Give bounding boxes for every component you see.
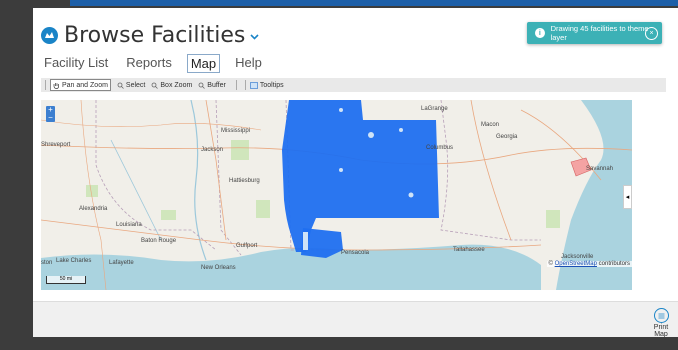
openstreetmap-link[interactable]: OpenStreetMap [555, 261, 597, 267]
map-label: Lake Charles [56, 258, 92, 264]
side-panel-toggle[interactable]: ◂ [623, 185, 632, 209]
map-label: Columbus [426, 145, 454, 151]
map-label: Jackson [201, 147, 224, 153]
map-label: Baton Rouge [141, 238, 177, 244]
box-zoom-label: Box Zoom [160, 81, 193, 89]
zoom-out-button[interactable]: − [46, 114, 55, 122]
tab-facility-list[interactable]: Facility List [41, 54, 111, 73]
map-label: Gulfport [236, 243, 258, 249]
chevron-down-icon[interactable] [250, 34, 259, 40]
nav-tabs: Facility List Reports Map Help [41, 54, 265, 73]
info-icon: i [535, 28, 545, 38]
map-label: Savannah [586, 166, 614, 172]
buffer-button[interactable]: Buffer [198, 82, 226, 89]
hand-icon [53, 82, 59, 89]
map-label: LaGrange [421, 106, 448, 112]
map-label: Georgia [496, 134, 518, 140]
map-attribution: © OpenStreetMap contributors [546, 261, 632, 267]
print-map-label: Print Map [653, 324, 669, 337]
print-map-button[interactable]: Print Map [648, 308, 674, 337]
toolbar-divider [244, 80, 246, 90]
select-button[interactable]: Select [117, 82, 145, 89]
map-label: Hattiesburg [229, 178, 260, 184]
page-title: Browse Facilities [64, 22, 246, 48]
map-label: Alexandria [79, 206, 108, 212]
map-label: Macon [481, 122, 500, 128]
notification-toast: i Drawing 45 facilities to theme layer × [527, 22, 662, 44]
main-panel: Browse Facilities Facility List Reports … [33, 8, 678, 337]
page-header[interactable]: Browse Facilities [41, 22, 259, 48]
box-zoom-button[interactable]: Box Zoom [151, 82, 192, 89]
tab-reports[interactable]: Reports [123, 54, 175, 73]
magnifier-icon [198, 82, 206, 89]
map-label: Pensacola [341, 250, 370, 256]
close-icon[interactable]: × [645, 27, 658, 40]
magnifier-icon [117, 82, 124, 89]
buffer-label: Buffer [207, 81, 226, 89]
magnifier-icon [151, 82, 159, 89]
pan-zoom-label: Pan and Zoom [62, 81, 108, 89]
map-label: ston [41, 260, 53, 266]
pan-zoom-button[interactable]: Pan and Zoom [50, 79, 111, 91]
tooltips-button[interactable]: Tooltips [250, 82, 284, 89]
attribution-suffix: contributors [596, 261, 630, 267]
map-footer: Print Map [33, 301, 678, 337]
map-toolbar: Pan and Zoom Select Box Zoom Buffer Tool… [41, 78, 666, 92]
facility-app-icon [41, 26, 58, 44]
map-label: Shreveport [41, 142, 71, 148]
tab-help[interactable]: Help [232, 54, 265, 73]
map-label: New Orleans [201, 265, 236, 271]
map-label: Mississippi [221, 128, 251, 134]
tab-map[interactable]: Map [186, 54, 221, 73]
print-icon [653, 308, 669, 323]
map-scale: 50 mi [46, 276, 86, 284]
map-label: Tallahassee [453, 247, 485, 253]
zoom-control: + − [46, 106, 55, 122]
tooltips-label: Tooltips [259, 81, 284, 89]
toolbar-divider [235, 80, 237, 90]
facility-map[interactable]: + − Mississippi Jackson Shreveport Macon… [41, 100, 632, 290]
map-label: Lafayette [109, 260, 134, 266]
facility-points [282, 100, 439, 258]
map-label: Louisiana [116, 222, 142, 228]
top-accent-bar [70, 0, 678, 6]
map-label: Jacksonville [561, 254, 594, 260]
tooltip-icon [250, 81, 258, 89]
toolbar-divider [45, 80, 46, 90]
select-label: Select [125, 81, 146, 89]
